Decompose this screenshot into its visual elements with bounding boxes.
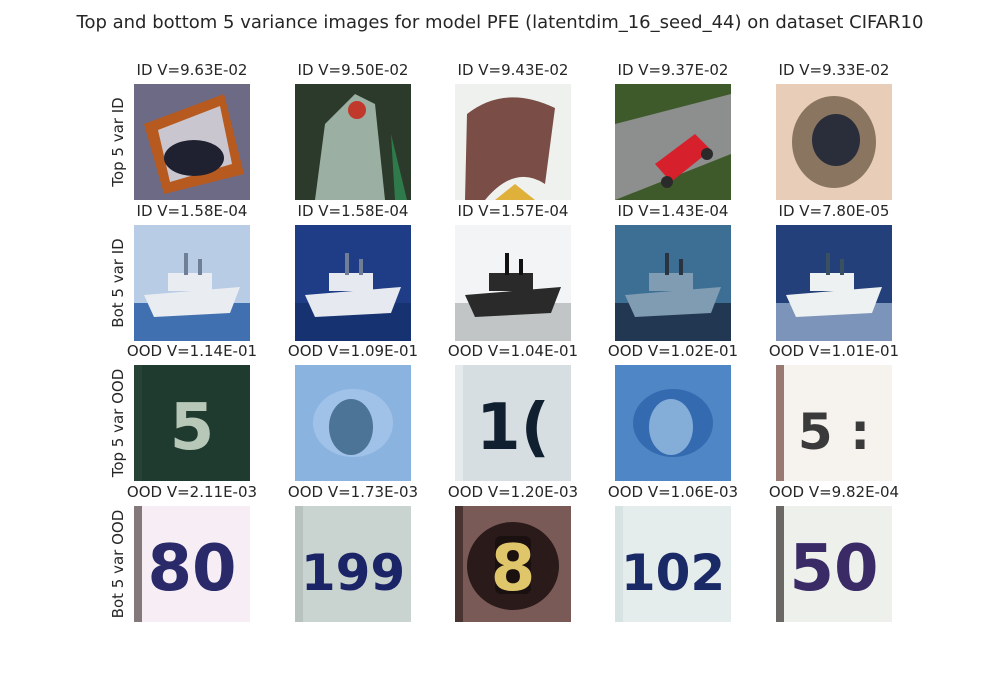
cluttered-object-image	[134, 84, 250, 200]
thumbnail-graphic	[455, 84, 571, 200]
image-variance-title: OOD V=1.09E-01	[287, 342, 419, 360]
thumbnail-graphic	[134, 225, 250, 341]
digit-image: 50	[776, 506, 892, 622]
thumbnail-graphic: 199	[295, 506, 411, 622]
svg-text:5: 5	[170, 391, 215, 465]
image-variance-title: ID V=7.80E-05	[778, 202, 890, 220]
thumbnail-graphic: 5 :	[776, 365, 892, 481]
image-variance-title: ID V=9.33E-02	[778, 61, 890, 79]
image-variance-title: OOD V=1.01E-01	[768, 342, 900, 360]
thumbnail-graphic	[295, 225, 411, 341]
svg-text:1(: 1(	[476, 391, 550, 465]
red-car-image	[615, 84, 731, 200]
image-variance-title: OOD V=1.14E-01	[126, 342, 258, 360]
thumbnail-graphic	[615, 365, 731, 481]
image-variance-title: OOD V=1.73E-03	[287, 483, 419, 501]
digit-image: 102	[615, 506, 731, 622]
image-variance-title: ID V=1.58E-04	[297, 202, 409, 220]
ship-image	[455, 225, 571, 341]
ship-image	[295, 225, 411, 341]
svg-text:50: 50	[789, 532, 878, 606]
thumbnail-graphic	[295, 365, 411, 481]
image-variance-title: ID V=9.43E-02	[457, 61, 569, 79]
thumbnail-graphic: 80	[134, 506, 250, 622]
dog-face-image	[776, 84, 892, 200]
blurry-digit-image	[295, 365, 411, 481]
ship-image	[776, 225, 892, 341]
figure-title: Top and bottom 5 variance images for mod…	[76, 12, 924, 33]
image-variance-title: ID V=9.37E-02	[617, 61, 729, 79]
thumbnail-graphic	[615, 84, 731, 200]
row-label: Bot 5 var OOD	[109, 509, 127, 619]
bird-head-image	[455, 84, 571, 200]
image-variance-title: OOD V=9.82E-04	[768, 483, 900, 501]
thumbnail-graphic	[776, 84, 892, 200]
digit-image: 80	[134, 506, 250, 622]
svg-text:199: 199	[301, 544, 405, 602]
svg-text:8: 8	[491, 532, 536, 606]
image-variance-title: OOD V=1.20E-03	[447, 483, 579, 501]
row-label: Top 5 var ID	[109, 97, 127, 187]
image-variance-title: ID V=1.58E-04	[136, 202, 248, 220]
thumbnail-graphic: 102	[615, 506, 731, 622]
thumbnail-graphic: 1(	[455, 365, 571, 481]
image-variance-title: OOD V=1.06E-03	[607, 483, 739, 501]
digit-image: 5	[134, 365, 250, 481]
thumbnail-graphic: 8	[455, 506, 571, 622]
image-variance-title: OOD V=1.04E-01	[447, 342, 579, 360]
thumbnail-graphic	[615, 225, 731, 341]
thumbnail-graphic	[776, 225, 892, 341]
image-variance-title: OOD V=1.02E-01	[607, 342, 739, 360]
blurry-digit-image	[615, 365, 731, 481]
thumbnail-graphic: 50	[776, 506, 892, 622]
image-variance-title: ID V=1.57E-04	[457, 202, 569, 220]
digit-image: 199	[295, 506, 411, 622]
digit-image: 5 :	[776, 365, 892, 481]
thumbnail-graphic: 5	[134, 365, 250, 481]
image-variance-title: ID V=9.50E-02	[297, 61, 409, 79]
svg-text:80: 80	[147, 532, 236, 606]
thumbnail-graphic	[134, 84, 250, 200]
image-variance-title: OOD V=2.11E-03	[126, 483, 258, 501]
digit-plate-image: 8	[455, 506, 571, 622]
svg-text:5 :: 5 :	[798, 403, 870, 461]
ship-image	[134, 225, 250, 341]
row-label: Bot 5 var ID	[109, 238, 127, 328]
thumbnail-graphic	[455, 225, 571, 341]
image-variance-title: ID V=1.43E-04	[617, 202, 729, 220]
thumbnail-graphic	[295, 84, 411, 200]
ship-image	[615, 225, 731, 341]
svg-text:102: 102	[621, 544, 725, 602]
digit-image: 1(	[455, 365, 571, 481]
parrot-image	[295, 84, 411, 200]
row-label: Top 5 var OOD	[109, 368, 127, 478]
image-variance-title: ID V=9.63E-02	[136, 61, 248, 79]
